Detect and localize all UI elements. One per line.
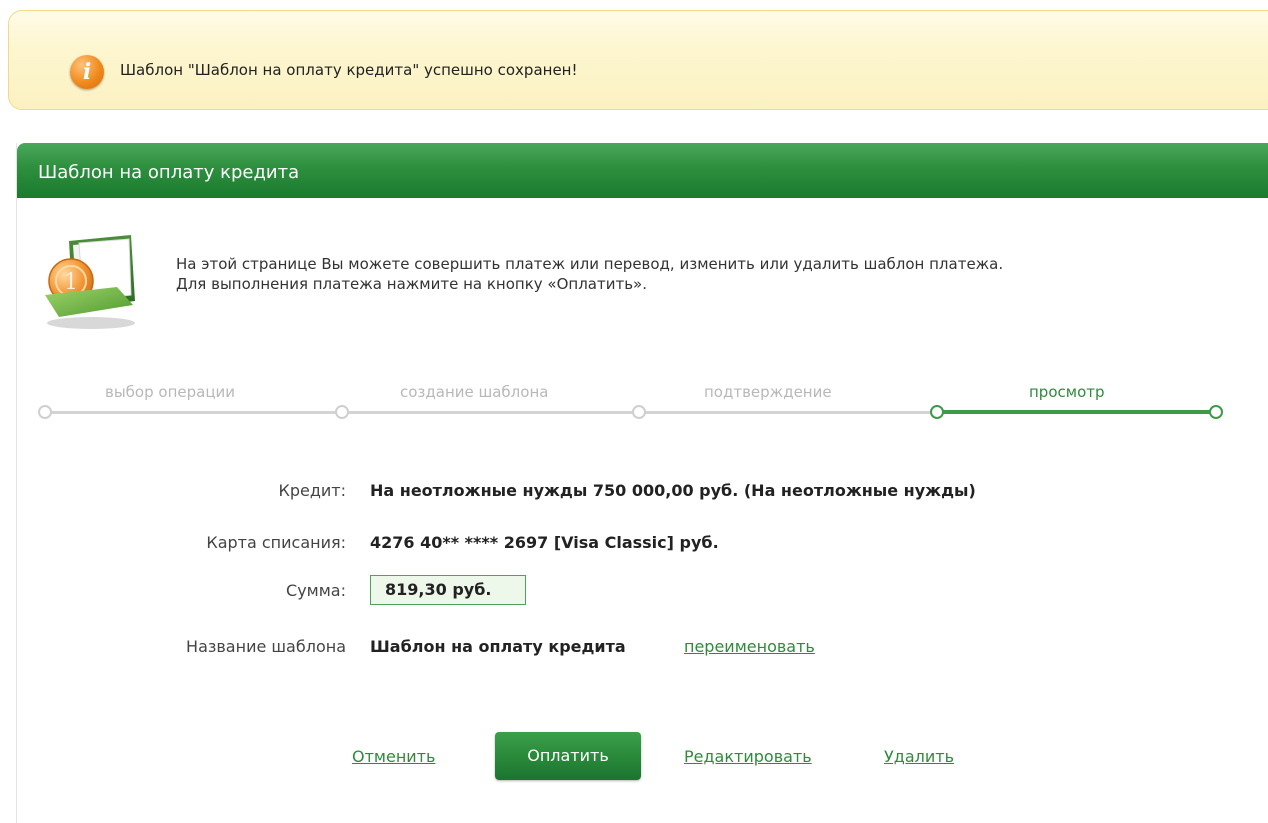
step-dot-5 xyxy=(1209,405,1223,419)
credit-label: Кредит: xyxy=(278,481,346,500)
info-icon: i xyxy=(70,55,104,89)
step-progress-active xyxy=(941,410,1213,414)
rename-link[interactable]: переименовать xyxy=(684,637,815,656)
success-notification: i Шаблон "Шаблон на оплату кредита" успе… xyxy=(8,10,1268,110)
amount-label: Сумма: xyxy=(286,581,346,600)
template-name-value: Шаблон на оплату кредита xyxy=(370,637,626,656)
payment-folder-icon: 1 xyxy=(45,235,135,329)
step-dot-3 xyxy=(632,405,646,419)
notification-message: Шаблон "Шаблон на оплату кредита" успешн… xyxy=(120,61,578,79)
amount-row: Сумма: xyxy=(17,581,346,603)
step-dot-2 xyxy=(335,405,349,419)
delete-link[interactable]: Удалить xyxy=(884,747,954,766)
intro-line-2: Для выполнения платежа нажмите на кнопку… xyxy=(176,275,647,293)
step-view: просмотр xyxy=(1029,383,1105,401)
step-dot-1 xyxy=(38,405,52,419)
intro-text: На этой странице Вы можете совершить пла… xyxy=(176,254,1003,294)
amount-value: 819,30 руб. xyxy=(370,575,526,605)
panel-title: Шаблон на оплату кредита xyxy=(38,162,300,183)
step-dot-4 xyxy=(930,405,944,419)
step-confirmation: подтверждение xyxy=(704,383,832,401)
template-panel: Шаблон на оплату кредита 1 На этой стран… xyxy=(16,143,1268,823)
step-create-template: создание шаблона xyxy=(400,383,549,401)
step-select-operation: выбор операции xyxy=(105,383,236,401)
credit-value: На неотложные нужды 750 000,00 руб. (На … xyxy=(370,481,976,500)
svg-text:1: 1 xyxy=(64,270,78,295)
panel-header: Шаблон на оплату кредита xyxy=(17,143,1268,198)
template-name-row: Название шаблона xyxy=(17,637,346,659)
step-progress-track xyxy=(47,411,947,414)
cancel-link[interactable]: Отменить xyxy=(352,747,435,766)
pay-button[interactable]: Оплатить xyxy=(495,732,641,780)
card-row: Карта списания: xyxy=(17,533,346,555)
card-label: Карта списания: xyxy=(206,533,346,552)
edit-link[interactable]: Редактировать xyxy=(684,747,812,766)
card-value: 4276 40** **** 2697 [Visa Classic] руб. xyxy=(370,533,719,552)
intro-line-1: На этой странице Вы можете совершить пла… xyxy=(176,255,1004,273)
template-name-label: Название шаблона xyxy=(186,637,346,656)
credit-row: Кредит: xyxy=(17,481,346,503)
